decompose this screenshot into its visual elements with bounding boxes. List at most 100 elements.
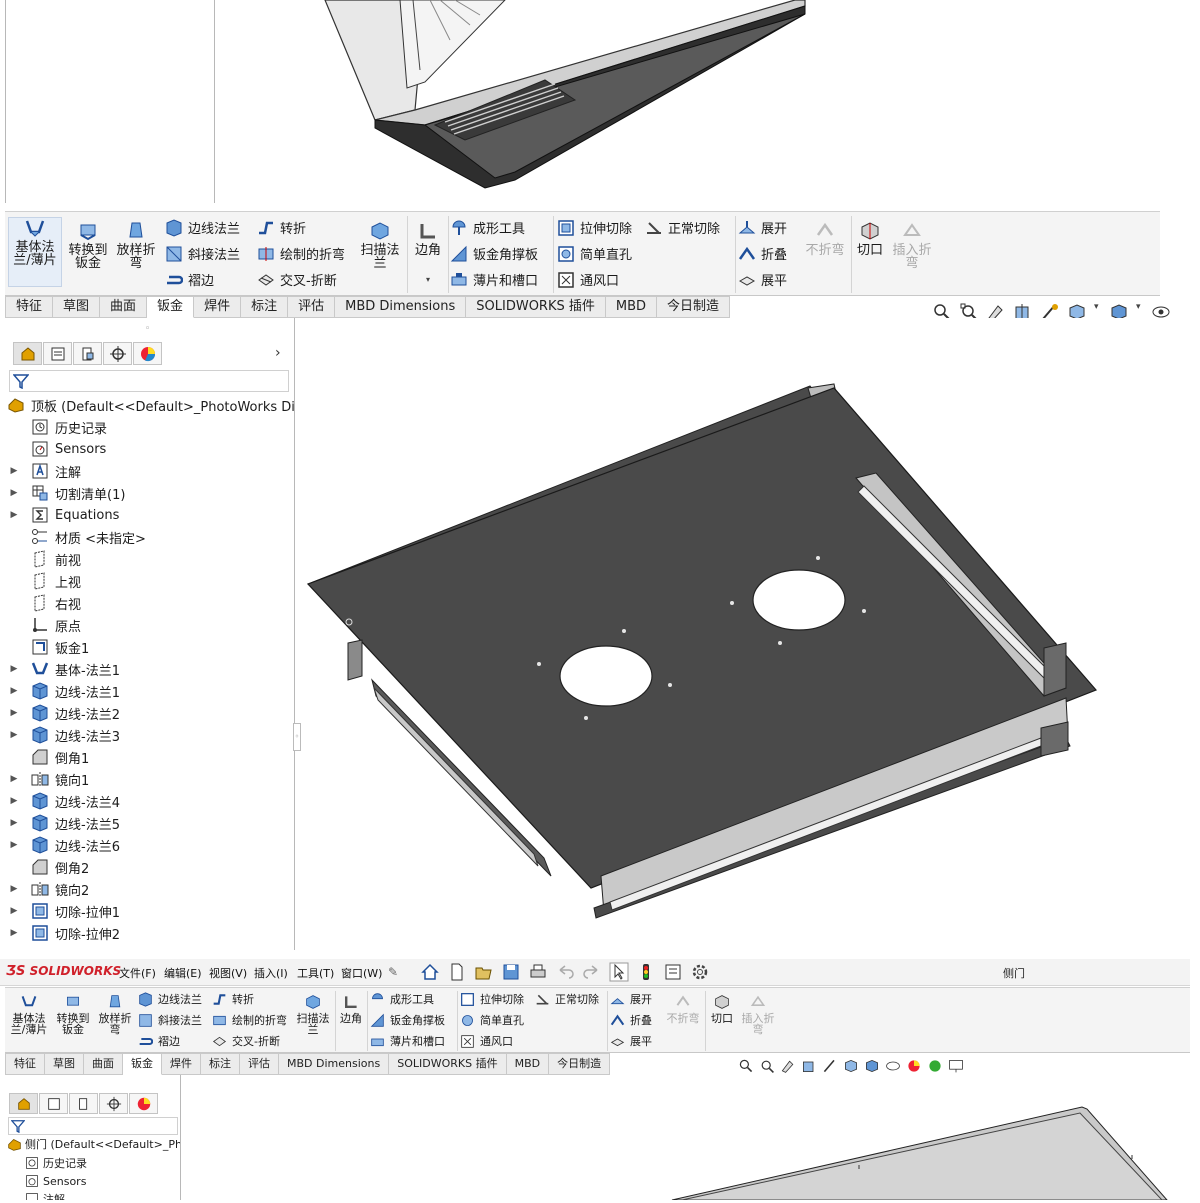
tree-item[interactable]: 前视 [7,548,81,570]
undo-icon[interactable] [555,962,575,982]
tree-item[interactable]: 历史记录 [7,416,107,438]
corner-button[interactable]: 边角 ▾ [410,221,446,286]
configuration-manager-tab[interactable] [73,342,102,365]
dimxpert-tab-2[interactable] [99,1093,128,1114]
tree-item[interactable]: ▶ 镜向2 [7,878,89,900]
hem-button-2[interactable]: 褶边 [138,1033,180,1049]
menu-view[interactable]: 视图(V) [209,965,247,981]
tab-sheet-metal-2[interactable]: 钣金 [123,1053,162,1075]
sketched-bend-button-2[interactable]: 绘制的折弯 [212,1012,287,1028]
expand-arrow-icon[interactable]: ▶ [7,818,21,828]
tab-markup-2[interactable]: 标注 [201,1053,240,1075]
cross-break-button[interactable]: 交叉-折断 [257,270,337,289]
forming-tool-button-2[interactable]: 成形工具 [370,991,434,1007]
simple-hole-button-2[interactable]: 简单直孔 [460,1012,524,1028]
appearance-icon[interactable] [906,1058,922,1074]
tab-evaluate-2[interactable]: 评估 [240,1053,279,1075]
tab-features-2[interactable]: 特征 [5,1053,45,1075]
tab-sketch[interactable]: 草图 [53,296,101,318]
tab-manufacturing[interactable]: 今日制造 [657,296,731,318]
expand-arrow-icon[interactable]: ▶ [7,686,21,696]
tree-item[interactable]: Sensors [7,438,106,460]
tab-mbd-dimensions-2[interactable]: MBD Dimensions [279,1053,390,1075]
scene-icon[interactable] [927,1058,943,1074]
expand-arrow-icon[interactable]: ▶ [7,488,21,498]
tab-markup[interactable]: 标注 [241,296,289,318]
tree-item[interactable]: ▶ 镜向1 [7,768,89,790]
flatten-button-2[interactable]: 展平 [610,1033,652,1049]
tab-mbd[interactable]: MBD [605,296,658,318]
tree-item[interactable]: ▶ 切除-拉伸2 [7,922,120,944]
vent-button[interactable]: 通风口 [557,270,619,289]
expand-tabs-chevron[interactable]: › [275,345,281,361]
tab-mbd-2[interactable]: MBD [506,1053,550,1075]
open-icon[interactable] [474,962,494,982]
dynamic-annotation-icon[interactable] [822,1058,838,1074]
cross-break-button-2[interactable]: 交叉-折断 [212,1033,280,1049]
tab-manufacturing-2[interactable]: 今日制造 [549,1053,611,1075]
tree-item-annotations-2[interactable]: 注解 [25,1190,65,1200]
monitor-icon[interactable] [948,1058,964,1074]
graphics-viewport[interactable]: ◦ [293,318,1160,950]
tree-item[interactable]: ▶ 边线-法兰2 [7,702,120,724]
expand-arrow-icon[interactable]: ▶ [7,840,21,850]
vent-button-2[interactable]: 通风口 [460,1033,513,1049]
tree-item[interactable]: ▶ 注解 [7,460,81,482]
feature-manager-tab-2[interactable] [9,1093,38,1114]
fold-button-2[interactable]: 折叠 [610,1012,652,1028]
insert-bends-button[interactable]: 插入折 弯 [889,221,935,270]
display-manager-tab-2[interactable] [129,1093,158,1114]
expand-arrow-icon[interactable]: ▶ [7,730,21,740]
tree-item[interactable]: ▶ 边线-法兰1 [7,680,120,702]
section-view-icon[interactable] [801,1058,817,1074]
tab-solidworks-addins-2[interactable]: SOLIDWORKS 插件 [389,1053,507,1075]
corner-dropdown-arrow[interactable]: ▾ [410,273,446,286]
tree-root-part[interactable]: 顶板 (Default<<Default>_PhotoWorks Displa [7,394,294,416]
flatten-button[interactable]: 展平 [738,270,787,289]
tree-item[interactable]: 钣金1 [7,636,89,658]
jog-button-2[interactable]: 转折 [212,991,254,1007]
convert-to-sheet-metal-button-2[interactable]: 转换到 钣金 [53,994,93,1035]
tree-item[interactable]: ▶ 边线-法兰3 [7,724,120,746]
rip-button[interactable]: 切口 [854,221,886,257]
rip-button-2[interactable]: 切口 [708,994,736,1024]
tab-and-slot-button-2[interactable]: 薄片和槽口 [370,1033,445,1049]
display-manager-tab[interactable] [133,342,162,365]
expand-arrow-icon[interactable]: ▶ [7,774,21,784]
expand-arrow-icon[interactable]: ▶ [7,884,21,894]
miter-flange-button[interactable]: 斜接法兰 [165,244,240,263]
tab-surfaces[interactable]: 曲面 [100,296,148,318]
select-cursor-icon[interactable] [609,962,629,982]
tab-solidworks-addins[interactable]: SOLIDWORKS 插件 [466,296,606,318]
zoom-to-area-icon[interactable] [759,1058,775,1074]
tree-filter-box-2[interactable] [8,1117,178,1135]
base-flange-button-2[interactable]: 基体法 兰/薄片 [8,994,50,1035]
menu-tools[interactable]: 工具(T) [297,965,334,981]
print-icon[interactable] [528,962,548,982]
normal-cut-button[interactable]: 正常切除 [645,218,720,237]
tab-weldments[interactable]: 焊件 [194,296,242,318]
property-manager-tab[interactable] [43,342,72,365]
pin-icon[interactable]: ✎ [388,965,398,979]
file-properties-icon[interactable] [663,962,683,982]
tree-item[interactable]: 材质 <未指定> [7,526,146,548]
tab-features[interactable]: 特征 [5,296,54,318]
expand-arrow-icon[interactable]: ▶ [7,928,21,938]
tab-evaluate[interactable]: 评估 [288,296,336,318]
tree-item-history-2[interactable]: 历史记录 [25,1154,87,1172]
unfold-button-2[interactable]: 展开 [610,991,652,1007]
normal-cut-button-2[interactable]: 正常切除 [535,991,599,1007]
redo-icon[interactable] [582,962,602,982]
swept-flange-button[interactable]: 扫描法 兰 [357,221,403,270]
zoom-to-fit-icon[interactable] [738,1058,754,1074]
lofted-bend-button-2[interactable]: 放样折 弯 [95,994,135,1035]
tree-item[interactable]: ▶ 边线-法兰5 [7,812,120,834]
tree-item[interactable]: ▶ 边线-法兰6 [7,834,120,856]
sheet-gusset-button[interactable]: 钣金角撑板 [450,244,538,263]
dimxpert-tab[interactable] [103,342,132,365]
new-document-icon[interactable] [447,962,467,982]
tab-weldments-2[interactable]: 焊件 [162,1053,201,1075]
expand-arrow-icon[interactable]: ▶ [7,796,21,806]
rebuild-icon[interactable] [636,962,656,982]
tree-filter-box[interactable] [9,370,289,392]
